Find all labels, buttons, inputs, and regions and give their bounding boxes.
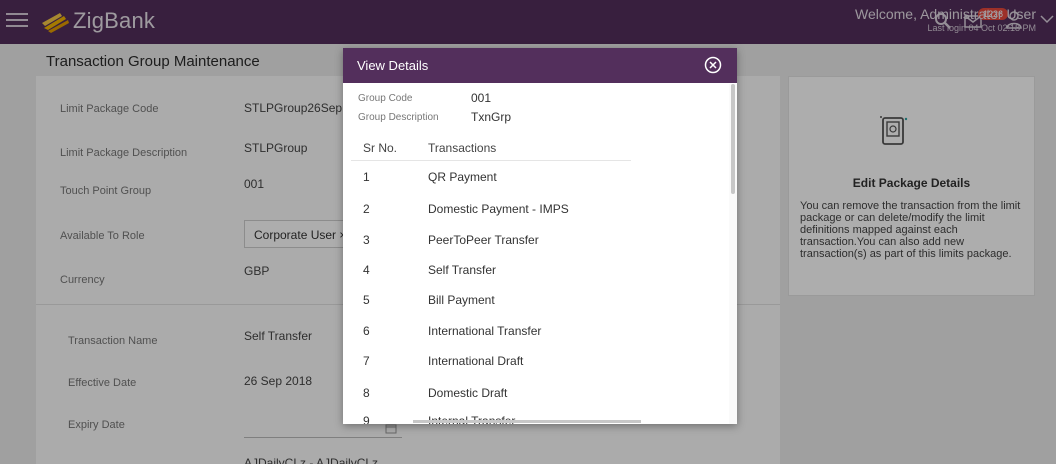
transaction-cell: QR Payment (428, 170, 497, 184)
sr-no-cell: 7 (363, 354, 370, 368)
transaction-cell: Self Transfer (428, 263, 497, 277)
sr-no-cell: 8 (363, 386, 370, 400)
transaction-cell: Bill Payment (428, 293, 495, 307)
column-header-transactions: Transactions (428, 141, 497, 155)
transaction-cell: International Draft (428, 354, 524, 368)
sr-no-cell: 4 (363, 263, 370, 277)
view-details-modal: View Details Group Code 001 Group Descri… (343, 48, 737, 424)
group-code-label: Group Code (358, 93, 413, 104)
transaction-cell: Domestic Draft (428, 386, 508, 400)
modal-title: View Details (357, 58, 429, 73)
column-header-sr-no: Sr No. (363, 141, 398, 155)
close-icon[interactable] (704, 56, 722, 74)
transaction-cell: PeerToPeer Transfer (428, 233, 539, 247)
group-description-label: Group Description (358, 112, 439, 123)
horizontal-scrollbar[interactable] (413, 420, 641, 423)
scrollbar-thumb[interactable] (731, 84, 735, 194)
sr-no-cell: 5 (363, 293, 370, 307)
group-code-value: 001 (471, 91, 492, 105)
sr-no-cell: 1 (363, 170, 370, 184)
sr-no-cell: 2 (363, 202, 370, 216)
transaction-cell: International Transfer (428, 324, 542, 338)
transaction-cell: Domestic Payment - IMPS (428, 202, 569, 216)
sr-no-cell: 3 (363, 233, 370, 247)
sr-no-cell: 9 (363, 414, 370, 424)
modal-header: View Details (343, 48, 737, 83)
header-divider (351, 160, 631, 161)
group-description-value: TxnGrp (471, 110, 512, 124)
sr-no-cell: 6 (363, 324, 370, 338)
